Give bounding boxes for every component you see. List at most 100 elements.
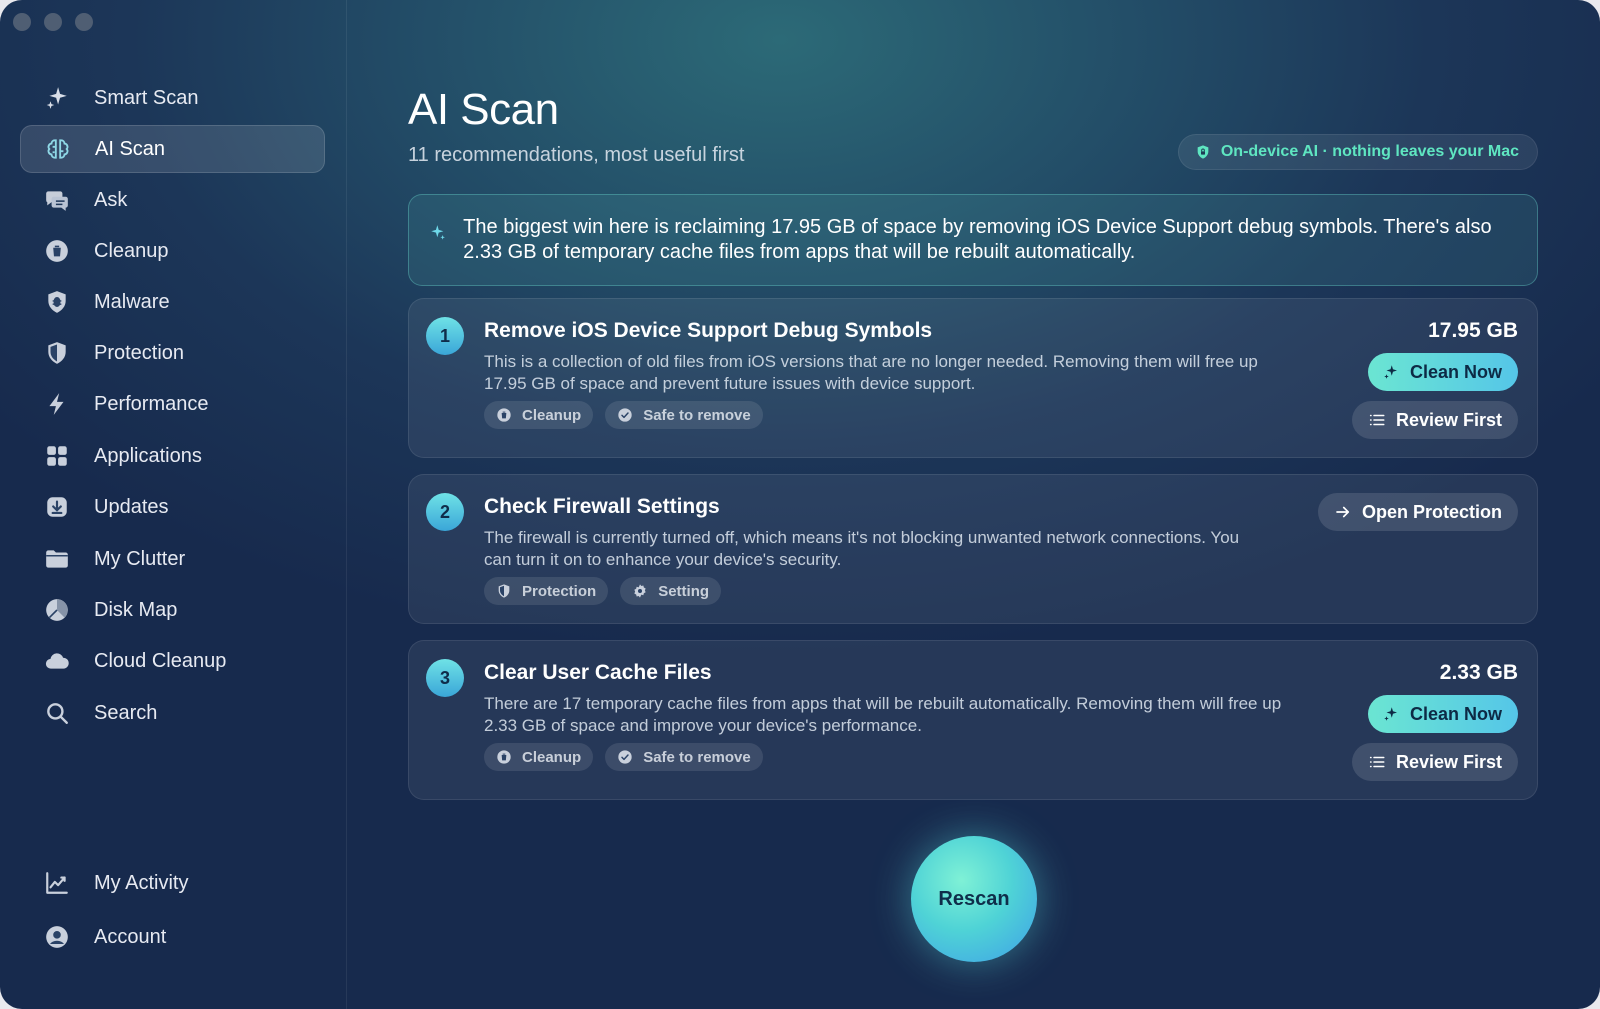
tag-label: Safe to remove [643, 406, 751, 424]
recommendation-card: 3 Clear User Cache Files There are 17 te… [408, 640, 1538, 800]
sparkle-icon [1384, 365, 1397, 379]
sparkle-icon [1384, 707, 1397, 721]
button-label: Review First [1395, 409, 1502, 430]
button-label: Clean Now [1409, 703, 1502, 724]
lock-shield-icon [1197, 145, 1209, 159]
tag-label: Protection [522, 582, 597, 600]
tag-cleanup: Cleanup [484, 401, 594, 429]
tag-label: Cleanup [522, 748, 582, 766]
sidebar-item-label: Malware [94, 290, 170, 313]
sidebar-item-disk-map[interactable]: Disk Map [20, 586, 325, 634]
clean-now-button[interactable]: Clean Now [1367, 353, 1518, 391]
button-label: Open Protection [1361, 501, 1502, 522]
recommendation-description: This is a collection of old files from i… [484, 352, 1258, 393]
sidebar-item-ai-scan[interactable]: AI Scan [20, 125, 325, 173]
sparkle-icon [42, 83, 72, 113]
sparkle-icon [431, 225, 445, 240]
recommendation-tags: Protection Setting [484, 577, 722, 605]
recommendation-tags: Cleanup Safe to remove [484, 743, 763, 771]
sidebar-item-my-clutter[interactable]: My Clutter [20, 535, 325, 583]
trash-icon [497, 408, 511, 422]
review-first-button[interactable]: Review First [1351, 743, 1518, 781]
sidebar-item-updates[interactable]: Updates [20, 483, 325, 531]
sidebar-item-label: Smart Scan [94, 86, 199, 109]
privacy-badge: On-device AI · nothing leaves your Mac [1177, 134, 1538, 170]
recommendation-title: Remove iOS Device Support Debug Symbols [484, 319, 933, 342]
list-icon [1369, 414, 1385, 426]
sidebar-item-smart-scan[interactable]: Smart Scan [20, 74, 325, 122]
sidebar-item-label: My Activity [94, 871, 189, 894]
tag-label: Safe to remove [643, 748, 751, 766]
page-subtitle: 11 recommendations, most useful first [408, 144, 745, 166]
sidebar-item-cloud-cleanup[interactable]: Cloud Cleanup [20, 637, 325, 685]
recommendation-description: The firewall is currently turned off, wh… [484, 528, 1240, 569]
checkmark-circle-icon [618, 408, 632, 422]
checkmark-circle-icon [618, 750, 632, 764]
tag-safe: Safe to remove [605, 743, 763, 771]
tag-label: Cleanup [522, 406, 582, 424]
button-label: Clean Now [1409, 361, 1502, 382]
user-circle-icon [42, 922, 72, 952]
app-window: Smart Scan AI Scan Ask Cleanup Malware P… [0, 0, 1600, 1009]
review-first-button[interactable]: Review First [1351, 401, 1518, 439]
brain-icon [43, 134, 73, 164]
trash-icon [42, 236, 72, 266]
sidebar-item-label: AI Scan [95, 137, 166, 160]
recommendation-tags: Cleanup Safe to remove [484, 401, 763, 429]
page-title: AI Scan [408, 85, 559, 134]
recommendation-title: Check Firewall Settings [484, 495, 720, 518]
sidebar-item-label: My Clutter [94, 547, 186, 570]
sidebar: Smart Scan AI Scan Ask Cleanup Malware P… [0, 0, 347, 1009]
sidebar-item-label: Protection [94, 341, 185, 364]
sidebar-item-cleanup[interactable]: Cleanup [20, 227, 325, 275]
sidebar-item-applications[interactable]: Applications [20, 432, 325, 480]
sidebar-item-ask[interactable]: Ask [20, 176, 325, 224]
sidebar-item-label: Account [94, 925, 167, 948]
cloud-icon [42, 646, 72, 676]
recommendation-card: 1 Remove iOS Device Support Debug Symbol… [408, 298, 1538, 458]
reclaimable-size: 2.33 GB [1439, 661, 1518, 684]
button-label: Review First [1395, 751, 1502, 772]
sidebar-item-label: Applications [94, 444, 202, 467]
sidebar-item-label: Search [94, 701, 158, 724]
sidebar-item-search[interactable]: Search [20, 689, 325, 737]
tag-safe: Safe to remove [605, 401, 763, 429]
sidebar-item-protection[interactable]: Protection [20, 329, 325, 377]
activity-chart-icon [42, 868, 72, 898]
bolt-icon [42, 389, 72, 419]
bug-shield-icon [42, 287, 72, 317]
arrow-right-icon [1336, 506, 1350, 518]
chat-bubbles-icon [42, 185, 72, 215]
tag-label: Setting [658, 582, 710, 600]
recommendation-description: There are 17 temporary cache files from … [484, 694, 1282, 735]
rescan-button[interactable]: Rescan [911, 836, 1037, 962]
reclaimable-size: 17.95 GB [1428, 319, 1518, 342]
recommendation-number: 2 [426, 493, 464, 531]
recommendation-number: 3 [426, 659, 464, 697]
insight-text: The biggest win here is reclaiming 17.95… [463, 216, 1492, 263]
download-icon [42, 492, 72, 522]
search-icon [42, 698, 72, 728]
sidebar-item-account[interactable]: Account [20, 913, 325, 961]
sidebar-item-my-activity[interactable]: My Activity [20, 859, 325, 907]
tag-cleanup: Cleanup [484, 743, 594, 771]
sidebar-item-label: Updates [94, 495, 169, 518]
sidebar-item-label: Performance [94, 392, 209, 415]
list-icon [1369, 756, 1385, 768]
clean-now-button[interactable]: Clean Now [1367, 695, 1518, 733]
tag-protection: Protection [484, 577, 609, 605]
sidebar-item-malware[interactable]: Malware [20, 278, 325, 326]
shield-icon [42, 338, 72, 368]
recommendation-number: 1 [426, 317, 464, 355]
sidebar-item-performance[interactable]: Performance [20, 380, 325, 428]
open-protection-button[interactable]: Open Protection [1317, 493, 1518, 531]
recommendation-title: Clear User Cache Files [484, 661, 712, 684]
recommendation-card: 2 Check Firewall Settings The firewall i… [408, 474, 1538, 624]
sidebar-item-label: Cleanup [94, 239, 169, 262]
shield-icon [498, 584, 510, 598]
trash-icon [497, 750, 511, 764]
ai-insight-banner: The biggest win here is reclaiming 17.95… [408, 194, 1538, 286]
sidebar-item-label: Disk Map [94, 598, 178, 621]
gear-icon [634, 584, 646, 598]
grid-icon [42, 441, 72, 471]
